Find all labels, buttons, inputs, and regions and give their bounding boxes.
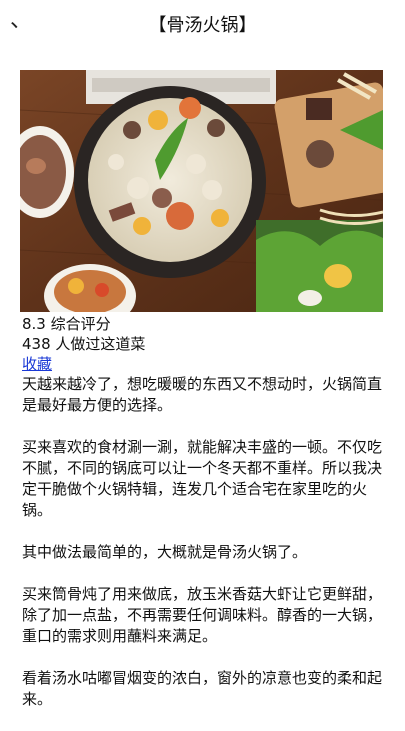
hotpot-photo: [20, 70, 383, 312]
made-count: 438 人做过这道菜: [22, 335, 146, 353]
rating-score: 8.3 综合评分: [22, 315, 111, 333]
top-bar: 、 【骨汤火锅】: [0, 0, 405, 52]
intro-paragraph-5: 看着汤水咕嘟冒烟变的浓白，窗外的凉意也变的柔和起来。: [22, 669, 383, 708]
intro-paragraph-4: 买来筒骨炖了用来做底，放玉米香菇大虾让它更鲜甜，除了加一点盐，不再需要任何调味料…: [22, 585, 383, 645]
intro-paragraph-2: 买来喜欢的食材涮一涮，就能解决丰盛的一顿。不仅吃不腻，不同的锅底可以让一个冬天都…: [22, 438, 383, 519]
page-title: 【骨汤火锅】: [148, 15, 257, 36]
favorite-link[interactable]: 收藏: [22, 354, 52, 374]
hotpot-photo-illustration: [20, 70, 383, 312]
intro-paragraph-1: 天越来越冷了，想吃暖暖的东西又不想动时，火锅简直是最好最方便的选择。: [22, 375, 383, 414]
intro-paragraph-3: 其中做法最简单的，大概就是骨汤火锅了。: [22, 543, 308, 561]
recipe-content: 8.3 综合评分 438 人做过这道菜 收藏 天越来越冷了，想吃暖暖的东西又不想…: [22, 314, 382, 731]
